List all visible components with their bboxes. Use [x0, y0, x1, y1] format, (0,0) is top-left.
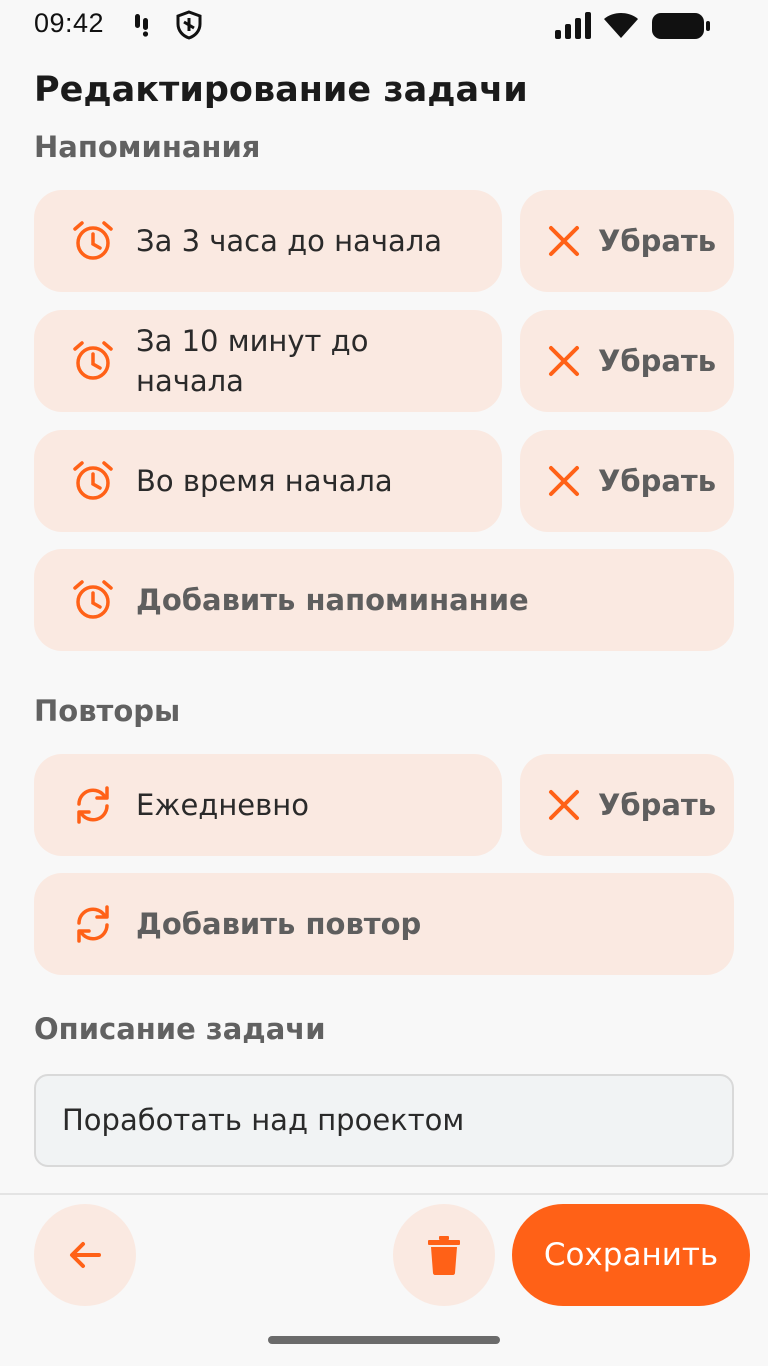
alarm-icon [73, 221, 113, 260]
close-icon [549, 466, 579, 496]
reminder-text: За 3 часа до начала [136, 224, 443, 258]
reminder-item[interactable]: За 10 минут до начала [34, 310, 502, 412]
repeat-icon [77, 786, 109, 824]
alarm-icon [73, 341, 113, 380]
add-reminder-label: Добавить напоминание [136, 583, 529, 617]
signal-icon [555, 12, 591, 39]
save-button[interactable]: Сохранить [512, 1204, 750, 1306]
reminders-section-label: Напоминания [34, 130, 261, 164]
battery-icon [652, 13, 710, 39]
page-title: Редактирование задачи [34, 70, 528, 110]
trash-icon [428, 1236, 460, 1275]
repeats-section-label: Повторы [34, 694, 181, 728]
remove-label: Убрать [598, 788, 717, 822]
alarm-icon [73, 461, 113, 500]
remove-repeat-button[interactable]: Убрать [520, 754, 734, 856]
notification-icon [135, 14, 149, 37]
delete-button[interactable] [393, 1204, 495, 1306]
reminder-item[interactable]: Во время начала [34, 430, 502, 532]
remove-reminder-button[interactable]: Убрать [520, 310, 734, 412]
add-repeat-button[interactable]: Добавить повтор [34, 873, 734, 975]
wifi-icon [604, 13, 638, 38]
add-repeat-label: Добавить повтор [136, 907, 422, 941]
repeat-item[interactable]: Ежедневно [34, 754, 502, 856]
description-input[interactable]: Поработать над проектом [34, 1074, 734, 1167]
home-indicator[interactable] [268, 1336, 500, 1344]
description-section-label: Описание задачи [34, 1012, 326, 1046]
remove-label: Убрать [598, 344, 717, 378]
bottom-divider [0, 1193, 768, 1195]
description-value: Поработать над проектом [62, 1103, 465, 1137]
status-bar: 09:42 [0, 0, 768, 52]
repeat-text: Ежедневно [136, 788, 309, 822]
back-button[interactable] [34, 1204, 136, 1306]
reminder-text: Во время начала [136, 464, 393, 498]
shield-icon [176, 10, 202, 40]
alarm-icon [73, 580, 113, 619]
remove-reminder-button[interactable]: Убрать [520, 190, 734, 292]
add-reminder-button[interactable]: Добавить напоминание [34, 549, 734, 651]
reminder-text: За 10 минут до начала [136, 324, 369, 398]
remove-reminder-button[interactable]: Убрать [520, 430, 734, 532]
close-icon [549, 226, 579, 256]
status-time: 09:42 [34, 8, 105, 38]
reminder-item[interactable]: За 3 часа до начала [34, 190, 502, 292]
arrow-left-icon [70, 1242, 101, 1268]
close-icon [549, 790, 579, 820]
remove-label: Убрать [598, 224, 717, 258]
repeat-icon [77, 905, 109, 943]
remove-label: Убрать [598, 464, 717, 498]
close-icon [549, 346, 579, 376]
